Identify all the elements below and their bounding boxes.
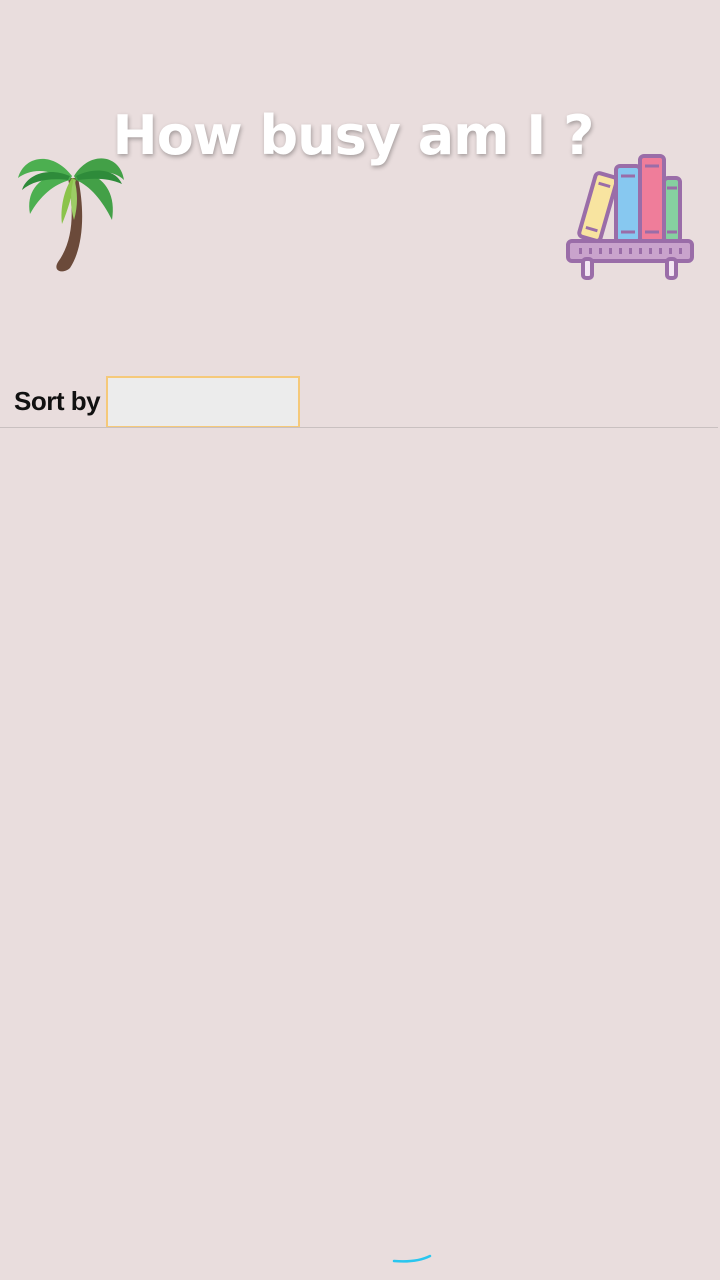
- task-list[interactable]: [0, 428, 720, 1248]
- app-screen: How busy am I ? Sort by: [0, 0, 720, 1280]
- palm-tree-icon: [18, 158, 124, 272]
- sort-dropdown[interactable]: [106, 376, 300, 428]
- refresh-indicator-icon: [392, 1254, 432, 1263]
- sort-row: Sort by: [0, 374, 720, 430]
- bookshelf-icon: [566, 154, 694, 280]
- sort-by-label: Sort by: [14, 386, 101, 416]
